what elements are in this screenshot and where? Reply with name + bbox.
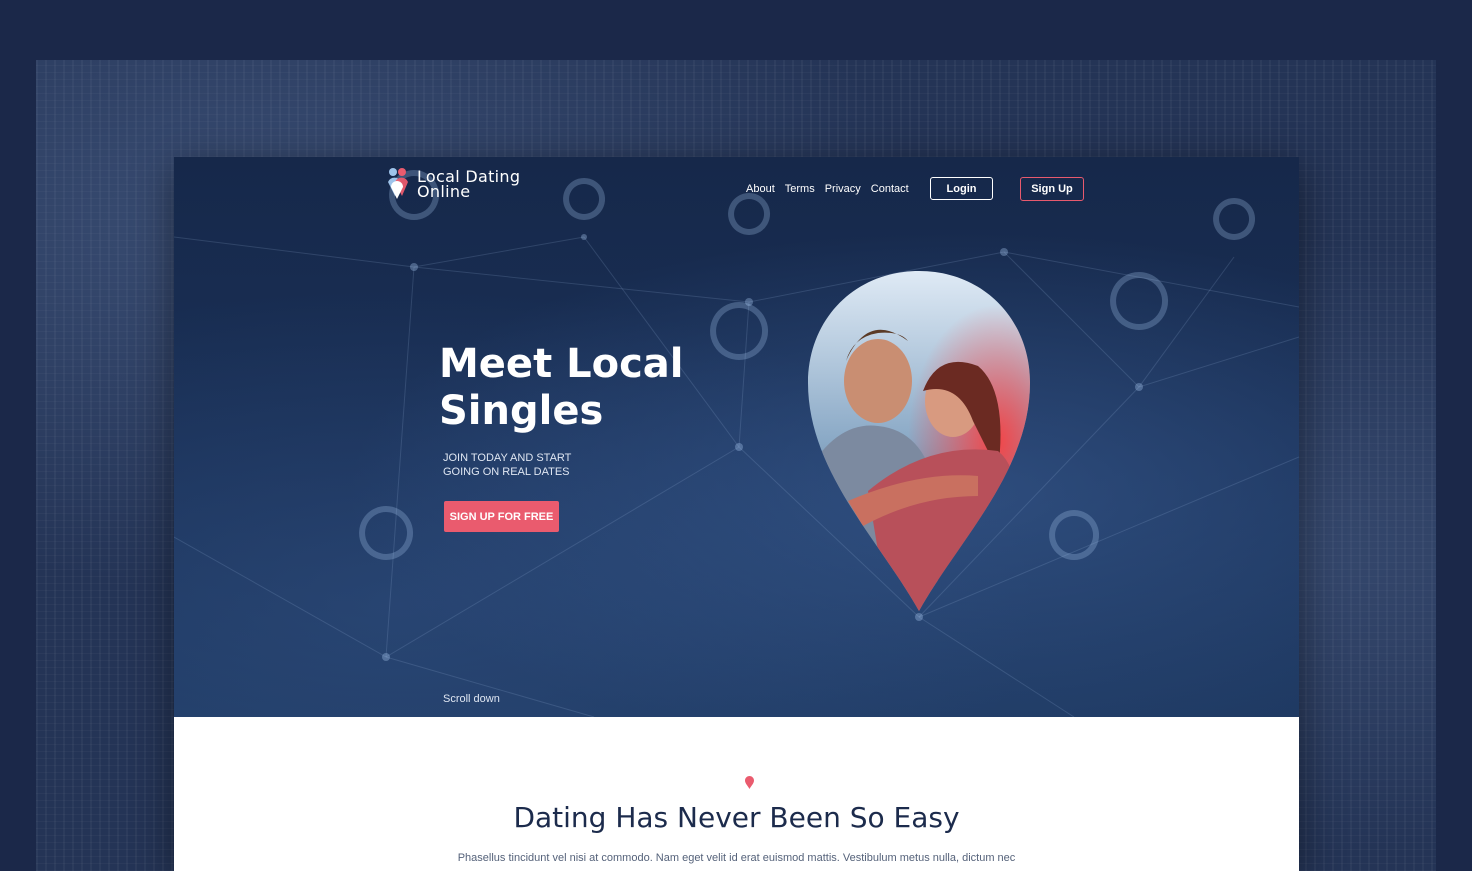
site-logo[interactable]: Local Dating Online [385,167,520,201]
nav-contact[interactable]: Contact [871,183,909,195]
hero-subtitle-line-1: JOIN TODAY AND START [443,452,572,464]
brand-line-2: Online [417,182,471,201]
login-button[interactable]: Login [930,177,993,200]
couple-photo-pin-image [808,271,1030,611]
hero-title: Meet Local Singles [439,341,739,435]
signup-button[interactable]: Sign Up [1020,177,1084,201]
hero-subtitle-line-2: GOING ON REAL DATES [443,466,570,478]
map-network-decoration [174,170,1299,717]
nav-about[interactable]: About [746,183,775,195]
signup-free-button[interactable]: SIGN UP FOR FREE [444,501,559,532]
couple-pin-logo-icon [388,168,408,199]
nav-privacy[interactable]: Privacy [825,183,861,195]
hero-title-line-2: Singles [439,388,604,434]
scroll-down-link[interactable]: Scroll down [443,693,500,705]
hero-subtitle: JOIN TODAY AND START GOING ON REAL DATES [443,451,603,479]
map-pin-icon [745,776,754,789]
features-section: Dating Has Never Been So Easy Phasellus … [174,717,1299,871]
brand-name: Local Dating Online [417,169,520,201]
website-mockup: Local Dating Online About Terms Privacy … [174,157,1299,871]
hero-section: Local Dating Online About Terms Privacy … [174,157,1299,717]
nav-terms[interactable]: Terms [785,183,815,195]
section-text: Phasellus tincidunt vel nisi at commodo.… [457,852,1016,864]
section-title: Dating Has Never Been So Easy [513,801,960,834]
hero-title-line-1: Meet Local [439,341,684,387]
main-nav: About Terms Privacy Contact [746,183,909,195]
